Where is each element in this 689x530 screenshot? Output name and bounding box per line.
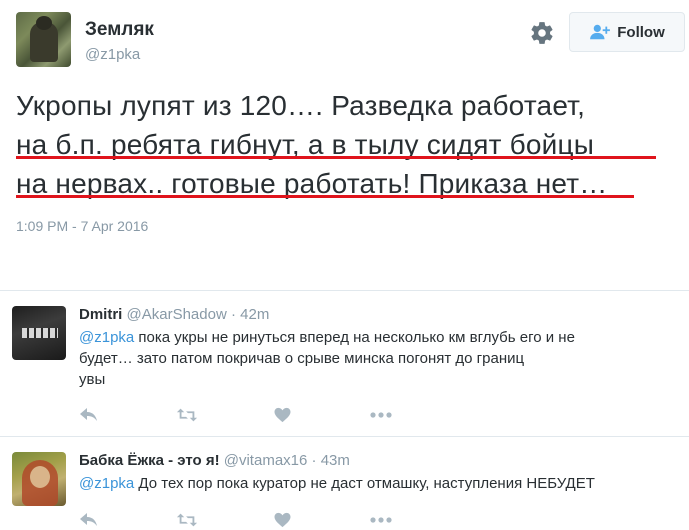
more-icon[interactable] bbox=[370, 407, 392, 423]
follow-button[interactable]: Follow bbox=[569, 12, 685, 52]
follow-label: Follow bbox=[617, 23, 665, 41]
tweet-text-line: Укропы лупят из 120…. Разведка работает, bbox=[16, 90, 586, 121]
reply-author-name[interactable]: Dmitri bbox=[79, 306, 122, 323]
like-icon[interactable] bbox=[273, 512, 292, 528]
reply-icon[interactable] bbox=[79, 407, 99, 423]
mention-link[interactable]: @z1pka bbox=[79, 475, 134, 492]
reply-icon[interactable] bbox=[79, 512, 99, 528]
reply-author-name[interactable]: Бабка Ёжка - это я! bbox=[79, 452, 220, 469]
screen-name[interactable]: @z1pka bbox=[85, 46, 140, 63]
reply-time[interactable]: 43m bbox=[321, 452, 350, 469]
separator: · bbox=[307, 452, 321, 469]
mention-link[interactable]: @z1pka bbox=[79, 329, 134, 346]
avatar[interactable] bbox=[12, 452, 66, 506]
more-icon[interactable] bbox=[370, 512, 392, 528]
reply-text: @z1pka пока укры не ринуться вперед на н… bbox=[79, 327, 669, 390]
tweet-actions bbox=[79, 405, 467, 425]
gear-icon[interactable] bbox=[529, 20, 555, 46]
red-underline bbox=[16, 195, 634, 198]
reply-author-handle[interactable]: @vitamax16 bbox=[224, 452, 308, 469]
reply-tweet: Бабка Ёжка - это я! @vitamax16 · 43m @z1… bbox=[0, 436, 689, 528]
reply-text-line: увы bbox=[79, 371, 106, 388]
separator: · bbox=[226, 306, 241, 323]
avatar[interactable] bbox=[12, 306, 66, 360]
reply-header: Бабка Ёжка - это я! @vitamax16 · 43m bbox=[79, 452, 350, 469]
tweet-text: Укропы лупят из 120…. Разведка работает,… bbox=[16, 86, 676, 203]
reply-time[interactable]: 42m bbox=[240, 306, 269, 323]
user-avatar[interactable] bbox=[16, 12, 71, 67]
follow-user-icon bbox=[590, 24, 611, 40]
retweet-icon[interactable] bbox=[176, 512, 198, 528]
reply-text-line: пока укры не ринуться вперед на нескольк… bbox=[134, 329, 575, 346]
reply-text-line: будет… зато патом покричав о срыве минск… bbox=[79, 350, 525, 367]
reply-tweet: Dmitri @AkarShadow · 42m @z1pka пока укр… bbox=[0, 290, 689, 436]
reply-author-handle[interactable]: @AkarShadow bbox=[127, 306, 227, 323]
red-underline bbox=[16, 156, 656, 159]
like-icon[interactable] bbox=[273, 407, 292, 423]
tweet-timestamp[interactable]: 1:09 PM - 7 Apr 2016 bbox=[16, 218, 148, 234]
retweet-icon[interactable] bbox=[176, 407, 198, 423]
reply-text-line: До тех пор пока куратор не даст отмашку,… bbox=[134, 475, 595, 492]
tweet-actions bbox=[79, 510, 467, 530]
display-name[interactable]: Земляк bbox=[85, 19, 154, 41]
reply-text: @z1pka До тех пор пока куратор не даст о… bbox=[79, 473, 669, 494]
reply-header: Dmitri @AkarShadow · 42m bbox=[79, 306, 269, 323]
main-tweet: Земляк @z1pka Follow Укропы лупят из 120… bbox=[0, 0, 689, 270]
